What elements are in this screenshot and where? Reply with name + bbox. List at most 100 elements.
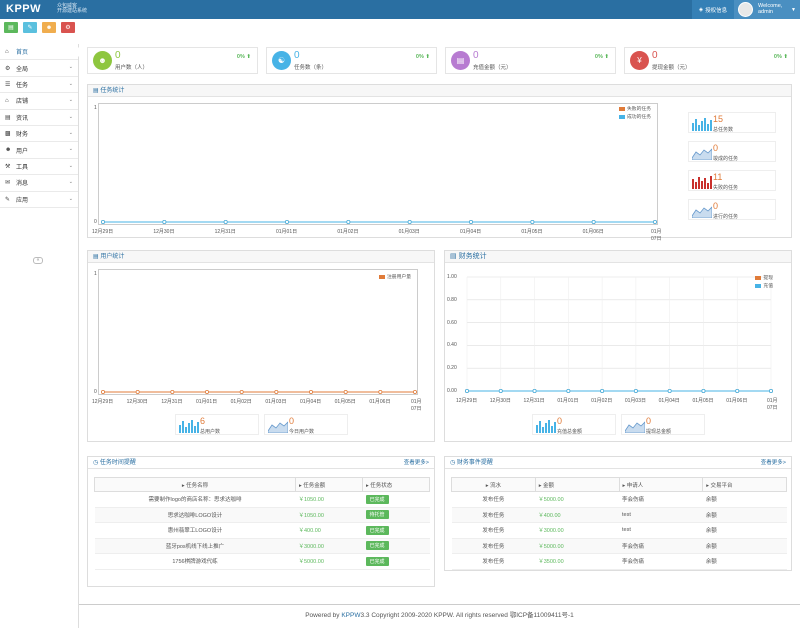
table-row[interactable]: 发布任务 ￥3000.00 test 余额 (451, 522, 787, 539)
column-header[interactable]: ▸ 申请人 (618, 477, 704, 492)
status-badge: 已完成 (365, 541, 389, 551)
stat-value: 0 (473, 50, 479, 61)
auth-info-button[interactable]: ◈ 授权信息 (692, 0, 734, 19)
clock-icon: ◷ (450, 460, 456, 466)
table-row[interactable]: 发布任务 ￥3500.00 李会伤痛 余额 (451, 553, 787, 570)
logo[interactable]: KPPW (6, 3, 41, 15)
sidebar-item-global[interactable]: ⚙ 全局 ⌄ (0, 60, 78, 77)
chevron-down-icon: ⌄ (68, 146, 73, 153)
x-tick-label: 01月03日 (265, 399, 287, 405)
table-row[interactable]: 发布任务 ￥400.00 test 余额 (451, 507, 787, 523)
clock-icon: ◷ (93, 460, 99, 466)
mini-stat-value: 0 (713, 201, 719, 211)
chart-icon: ▤ (8, 25, 14, 31)
stat-card-tasks: ☯ 0 任务数（条） 0% ⬆ (266, 47, 437, 74)
quick-users-button[interactable]: ☻ (42, 22, 56, 33)
column-header[interactable]: ▸ 任务名称 (94, 477, 296, 492)
data-point (465, 389, 470, 394)
user-greeting: Welcome, admin (758, 3, 782, 15)
table-row[interactable]: 惠州翡翠工LOGO设计 ￥400.00 已完成 (94, 522, 430, 539)
panel-header: ◷ 财务事件提醒 查看更多> (445, 457, 791, 469)
x-tick-label: 01月03日 (398, 229, 420, 235)
mini-stat-value: 0 (713, 143, 719, 153)
stat-percent: 0% ⬆ (594, 54, 609, 60)
sidebar-collapse-button[interactable]: « (33, 257, 43, 264)
sidebar-item-tool[interactable]: ⚒ 工具 ⌄ (0, 159, 78, 176)
quick-chart-button[interactable]: ▤ (4, 22, 18, 33)
stat-label: 任务数（条） (294, 65, 328, 71)
column-header[interactable]: ▸ 任务状态 (362, 477, 430, 492)
x-tick-label: 12月30日 (126, 399, 148, 405)
sidebar-item-message[interactable]: ✉ 消息 ⌄ (0, 175, 78, 192)
table-row[interactable]: 发布任务 ￥5000.00 李会伤痛 余额 (451, 491, 787, 508)
user-menu[interactable]: Welcome, admin ▼ (734, 0, 800, 19)
area-sparkline-icon (692, 206, 712, 218)
logo-subtitle: 众包威客 开源建站系统 (57, 4, 87, 14)
x-tick-label: 12月29日 (456, 398, 478, 404)
view-more-link[interactable]: 查看更多> (404, 457, 429, 469)
x-tick-label: 01月01日 (557, 398, 579, 404)
logo-sub-line-2: 开源建站系统 (57, 8, 88, 14)
stat-percent: 0% ⬆ (773, 54, 788, 60)
user-icon: ☻ (5, 147, 12, 154)
list-icon: ☰ (5, 81, 11, 88)
sidebar-item-task[interactable]: ☰ 任务 ⌄ (0, 77, 78, 94)
stat-value: 0 (115, 50, 121, 61)
task-reminder-table-wrap: ▸ 任务名称 ▸ 任务金额 ▸ 任务状态 需要制作logo的商店名称：思求达咖啡… (94, 477, 430, 570)
card-icon: ▤ (451, 51, 470, 70)
x-tick-label: 01月02日 (591, 398, 613, 404)
finance-chart-svg (465, 276, 773, 394)
table-row[interactable]: 蓝牙pos机线下线上推广 ￥3000.00 已完成 (94, 538, 430, 554)
x-tick-label: 01月06日 (726, 398, 748, 404)
y-tick-label: 1 (94, 105, 97, 111)
message-icon: ✉ (5, 180, 11, 187)
column-header[interactable]: ▸ 交易平台 (702, 477, 787, 492)
y-tick-label: 0.20 (447, 365, 457, 372)
legend-item-withdraw: 提现 (755, 275, 773, 283)
gear-icon: ⚙ (5, 65, 11, 72)
stat-percent: 0% ⬆ (415, 54, 430, 60)
column-header[interactable]: ▸ 流水 (451, 477, 536, 492)
table-row[interactable]: 需要制作logo的商店名称：思求达咖啡 ￥1050.00 已完成 (94, 491, 430, 508)
data-point (205, 390, 210, 395)
column-header[interactable]: ▸ 任务金额 (295, 477, 363, 492)
file-icon: ▤ (5, 114, 11, 121)
footer-prefix: Powered by (305, 612, 342, 619)
panel-header: ▤ 财务统计 (445, 251, 791, 263)
stat-card-recharge: ▤ 0 充值金额（元） 0% ⬆ (445, 47, 616, 74)
footer: Powered by KPPW3.3 Copyright 2009-2020 K… (79, 604, 800, 628)
top-bar: KPPW 众包威客 开源建站系统 ◈ 授权信息 Welcome, admin ▼ (0, 0, 800, 19)
x-tick-label: 01月05日 (334, 399, 356, 405)
view-more-link[interactable]: 查看更多> (761, 457, 786, 469)
table-row[interactable]: 1756棋牌游戏代练 ￥5000.00 已完成 (94, 553, 430, 570)
y-tick-label: 0.00 (447, 388, 457, 394)
y-tick-label: 0.40 (447, 342, 457, 349)
mini-stat-label: 今日用户数 (289, 429, 315, 435)
x-tick-label: 12月29日 (92, 229, 114, 235)
tasks-icon: ☯ (272, 51, 291, 70)
footer-brand-link[interactable]: KPPW (341, 612, 360, 619)
mini-stat-label: 总用户数 (200, 429, 221, 435)
legend-item-success: 成功的任务 (619, 114, 651, 122)
x-tick-label: 01月03日 (624, 398, 646, 404)
sidebar-item-finance[interactable]: ▩ 财务 ⌄ (0, 126, 78, 143)
chevron-down-icon: ⌄ (68, 179, 73, 186)
column-header[interactable]: ▸ 金额 (534, 477, 620, 492)
user-chart-plot: 注册用户量 (98, 269, 418, 395)
data-point (498, 389, 503, 394)
status-badge: 已完成 (365, 525, 389, 535)
quick-cogs-button[interactable]: ⚙ (61, 22, 75, 33)
table-row[interactable]: 思求达咖啡LOGO设计 ￥1050.00 待托管 (94, 507, 430, 523)
sidebar-item-shop[interactable]: ⌂ 店铺 ⌄ (0, 93, 78, 110)
stat-label: 充值金额（元） (473, 65, 512, 71)
x-tick-label: 01月07日 (411, 399, 422, 412)
quick-edit-button[interactable]: ✎ (23, 22, 37, 33)
sidebar-item-home[interactable]: ⌂ 首页 (0, 44, 83, 61)
sidebar-item-news[interactable]: ▤ 资讯 ⌄ (0, 110, 78, 126)
x-tick-label: 01月05日 (521, 229, 543, 235)
chevron-down-icon: ⌄ (68, 80, 73, 87)
table-row[interactable]: 发布任务 ￥5000.00 李会伤痛 余额 (451, 538, 787, 554)
sidebar-item-user[interactable]: ☻ 用户 ⌄ (0, 142, 78, 159)
user-chart-legend: 注册用户量 (379, 274, 411, 282)
sidebar-item-app[interactable]: ✎ 应用 ⌄ (0, 192, 78, 208)
